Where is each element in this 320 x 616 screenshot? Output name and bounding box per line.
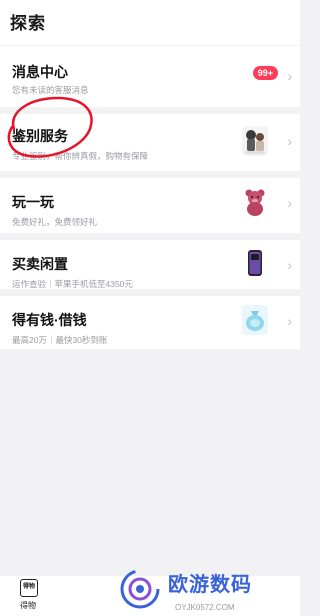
list-item-subtitle: 您有未读的客服消息 <box>12 85 89 95</box>
list-item-title: 玩一玩 <box>12 194 54 210</box>
chevron-right-icon: › <box>287 195 292 211</box>
list-item-title: 消息中心 <box>12 64 68 80</box>
list-item-title: 买卖闲置 <box>12 256 68 272</box>
sneaker-figure-thumbnail <box>242 126 268 156</box>
blue-money-bag-thumbnail <box>242 305 268 335</box>
purple-phone-thumbnail <box>242 248 268 278</box>
unread-badge: 99+ <box>252 66 278 80</box>
list-item-loan[interactable]: 得有钱·借钱 最高20万｜最快30秒到账 › <box>0 296 300 356</box>
list-item-subtitle: 免费好礼，免费领好礼 <box>12 217 98 227</box>
list-item-subtitle: 专业鉴别，帮你辨真假，购物有保障 <box>12 151 149 161</box>
chevron-right-icon: › <box>287 68 292 84</box>
list-item-secondhand-trade[interactable]: 买卖闲置 运作查验｜苹果手机低至4350元 › <box>0 240 300 296</box>
watermark-logo-icon <box>120 569 160 609</box>
dewu-tab-icon[interactable]: 得物 <box>20 579 38 597</box>
strawberry-bear-toy-thumbnail <box>242 187 268 217</box>
list-item-title: 得有钱·借钱 <box>12 312 87 328</box>
list-item-subtitle: 运作查验｜苹果手机低至4350元 <box>12 279 133 289</box>
header: 探索 <box>0 0 300 45</box>
chevron-right-icon: › <box>287 257 292 273</box>
page-title: 探索 <box>10 14 46 33</box>
tab-label-dewu[interactable]: 得物 <box>20 600 36 611</box>
list-item-authentication-service[interactable]: 鉴别服务 专业鉴别，帮你辨真假，购物有保障 › <box>0 114 300 178</box>
list-item-title: 鉴别服务 <box>12 128 68 144</box>
chevron-right-icon: › <box>287 313 292 329</box>
list-item-play[interactable]: 玩一玩 免费好礼，免费领好礼 › <box>0 178 300 240</box>
list-item-subtitle: 最高20万｜最快30秒到账 <box>12 335 108 345</box>
list-item-message-center[interactable]: 消息中心 您有未读的客服消息 99+ › <box>0 46 300 114</box>
service-list: 消息中心 您有未读的客服消息 99+ › 鉴别服务 专业鉴别，帮你辨真假，购物有… <box>0 46 300 356</box>
chevron-right-icon: › <box>287 133 292 149</box>
watermark-text: 欧游数码 <box>168 574 252 596</box>
watermark-url: OYJK0572.COM <box>175 603 235 612</box>
